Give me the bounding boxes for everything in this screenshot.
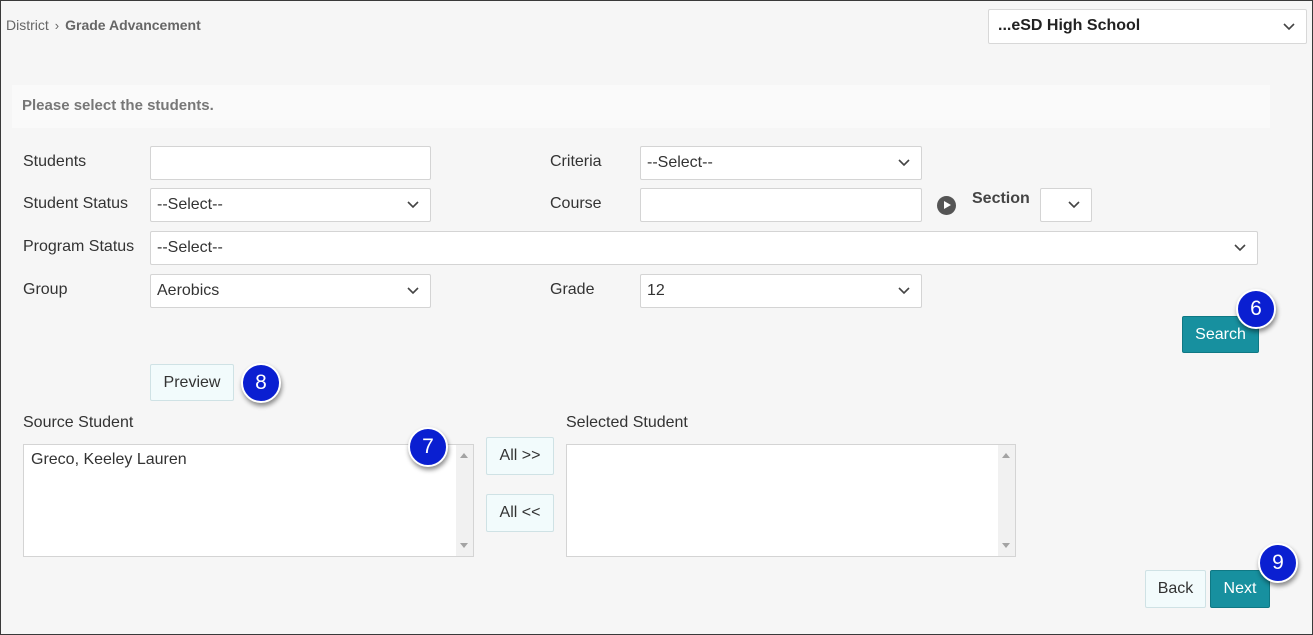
scrollbar[interactable] (456, 445, 473, 556)
section-select[interactable] (1040, 188, 1092, 222)
school-select-value: ...eSD High School (998, 17, 1141, 34)
group-label: Group (23, 281, 68, 298)
student-status-select[interactable]: --Select-- (150, 188, 431, 222)
breadcrumb: District › Grade Advancement (6, 17, 201, 33)
program-status-select-value: --Select-- (157, 239, 223, 256)
scroll-down-icon[interactable] (1002, 543, 1010, 548)
preview-button[interactable]: Preview (150, 364, 234, 401)
program-status-label: Program Status (23, 238, 135, 255)
students-input[interactable] (150, 146, 431, 180)
section-label: Section (972, 190, 1030, 207)
group-select[interactable]: Aerobics (150, 274, 431, 308)
criteria-select-value: --Select-- (647, 154, 713, 171)
move-all-right-button[interactable]: All >> (486, 437, 554, 475)
grade-label: Grade (550, 281, 595, 298)
chevron-down-icon (406, 197, 420, 211)
student-status-select-value: --Select-- (157, 196, 223, 213)
criteria-label: Criteria (550, 153, 602, 170)
course-input[interactable] (640, 188, 922, 222)
selected-student-list[interactable] (566, 444, 1016, 557)
program-status-select[interactable]: --Select-- (150, 231, 1258, 265)
breadcrumb-current: Grade Advancement (65, 17, 201, 33)
play-circle-icon[interactable] (937, 196, 956, 215)
group-select-value: Aerobics (157, 282, 220, 299)
instruction-banner: Please select the students. (12, 85, 1270, 128)
students-label: Students (23, 153, 87, 170)
step-badge-8: 8 (241, 363, 281, 403)
scrollbar[interactable] (998, 445, 1015, 556)
selected-student-label: Selected Student (566, 414, 688, 431)
grade-select[interactable]: 12 (640, 274, 922, 308)
scroll-down-icon[interactable] (460, 543, 468, 548)
scroll-up-icon[interactable] (1002, 453, 1010, 458)
step-badge-6: 6 (1236, 289, 1276, 329)
move-all-left-button[interactable]: All << (486, 494, 554, 532)
next-button[interactable]: Next (1210, 570, 1270, 608)
course-label: Course (550, 195, 602, 212)
source-student-list[interactable]: Greco, Keeley Lauren (23, 444, 474, 557)
school-select[interactable]: ...eSD High School (988, 9, 1307, 44)
chevron-down-icon (1282, 19, 1296, 33)
criteria-select[interactable]: --Select-- (640, 146, 922, 180)
chevron-down-icon (406, 283, 420, 297)
student-status-label: Student Status (23, 195, 128, 212)
grade-select-value: 12 (647, 282, 665, 299)
chevron-down-icon (897, 283, 911, 297)
chevron-down-icon (1233, 240, 1247, 254)
breadcrumb-district[interactable]: District (6, 17, 49, 33)
chevron-right-icon: › (54, 17, 60, 33)
chevron-down-icon (897, 155, 911, 169)
scroll-up-icon[interactable] (460, 453, 468, 458)
step-badge-7: 7 (408, 427, 448, 467)
chevron-down-icon (1067, 197, 1081, 211)
source-student-label: Source Student (23, 414, 134, 431)
back-button[interactable]: Back (1145, 570, 1206, 608)
list-item[interactable]: Greco, Keeley Lauren (24, 445, 473, 475)
step-badge-9: 9 (1258, 543, 1298, 583)
